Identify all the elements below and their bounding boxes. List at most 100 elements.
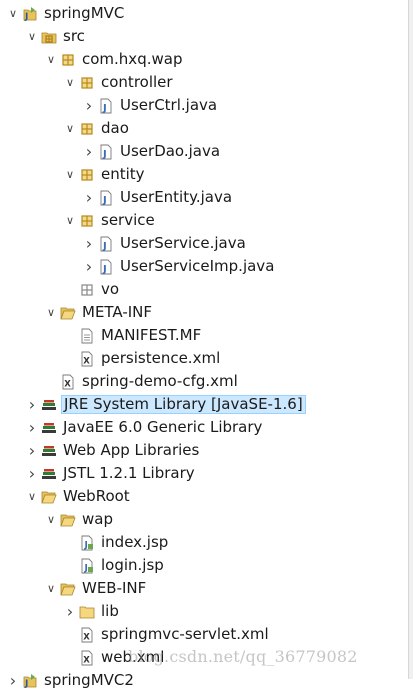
tree-item[interactable]: ∨ src xyxy=(0,26,413,47)
tree-item-label: controller xyxy=(101,73,173,91)
svg-text:J: J xyxy=(102,149,107,160)
collapse-arrow-icon[interactable]: › xyxy=(25,417,39,438)
svg-text:J: J xyxy=(84,540,88,550)
expand-arrow-icon[interactable]: ∨ xyxy=(63,72,77,93)
collapse-arrow-icon[interactable]: › xyxy=(82,256,96,277)
java-file-icon: J xyxy=(98,259,114,275)
arrow-spacer xyxy=(63,624,77,645)
collapse-arrow-icon[interactable]: › xyxy=(25,394,39,415)
collapse-arrow-icon[interactable]: › xyxy=(82,187,96,208)
xml-file-icon: X xyxy=(60,374,76,390)
tree-item[interactable]: › JSTL 1.2.1 Library xyxy=(0,463,413,484)
tree-item-label: service xyxy=(101,211,155,229)
tree-item[interactable]: › JRE System Library [JavaSE-1.6] xyxy=(0,394,413,415)
tree-item[interactable]: ∨ WebRoot xyxy=(0,486,413,507)
tree-item[interactable]: › J UserService.java xyxy=(0,233,413,254)
tree-item[interactable]: Xpersistence.xml xyxy=(0,348,413,369)
open-folder-icon xyxy=(41,489,57,505)
java-file-icon: J xyxy=(98,144,114,160)
tree-item[interactable]: › lib xyxy=(0,601,413,622)
tree-item[interactable]: Xspring-demo-cfg.xml xyxy=(0,371,413,392)
tree-item-label: lib xyxy=(101,602,119,620)
collapse-arrow-icon[interactable]: › xyxy=(25,440,39,461)
expand-arrow-icon[interactable]: ∨ xyxy=(44,578,58,599)
tree-item[interactable]: › J UserEntity.java xyxy=(0,187,413,208)
tree-item-label: wap xyxy=(82,510,113,528)
tree-item[interactable]: › JavaEE 6.0 Generic Library xyxy=(0,417,413,438)
arrow-spacer xyxy=(63,348,77,369)
expand-arrow-icon[interactable]: ∨ xyxy=(6,3,20,24)
expand-arrow-icon[interactable]: ∨ xyxy=(25,26,39,47)
tree-item-label: UserService.java xyxy=(120,234,246,252)
package-icon xyxy=(79,121,95,137)
tree-item[interactable]: Jindex.jsp xyxy=(0,532,413,553)
expand-arrow-icon[interactable]: ∨ xyxy=(63,164,77,185)
source-folder-icon xyxy=(41,29,57,45)
tree-item-label: WebRoot xyxy=(63,487,130,505)
tree-item[interactable]: ∨ controller xyxy=(0,72,413,93)
arrow-spacer xyxy=(63,532,77,553)
tree-item[interactable]: Jlogin.jsp xyxy=(0,555,413,576)
svg-text:J: J xyxy=(84,563,88,573)
expand-arrow-icon[interactable]: ∨ xyxy=(25,486,39,507)
tree-item[interactable]: ∨ service xyxy=(0,210,413,231)
tree-item[interactable]: › Web App Libraries xyxy=(0,440,413,461)
tree-item-label: MANIFEST.MF xyxy=(101,326,202,344)
java-file-icon: J xyxy=(98,236,114,252)
jsp-file-icon: J xyxy=(79,558,95,574)
svg-text:X: X xyxy=(64,379,71,389)
tree-item[interactable]: ∨ WEB-INF xyxy=(0,578,413,599)
open-folder-icon xyxy=(60,581,76,597)
tree-item[interactable]: › J UserServiceImp.java xyxy=(0,256,413,277)
tree-item[interactable]: MANIFEST.MF xyxy=(0,325,413,346)
open-folder-icon xyxy=(60,512,76,528)
collapse-arrow-icon[interactable]: › xyxy=(63,601,77,622)
tree-item-label: persistence.xml xyxy=(101,349,221,367)
tree-item-label: JavaEE 6.0 Generic Library xyxy=(63,418,263,436)
library-icon xyxy=(41,466,57,482)
expand-arrow-icon[interactable]: ∨ xyxy=(44,509,58,530)
tree-item-label: META-INF xyxy=(82,303,153,321)
tree-item-label: login.jsp xyxy=(101,556,164,574)
tree-item-label: com.hxq.wap xyxy=(82,50,183,68)
tree-item-label: UserServiceImp.java xyxy=(120,257,275,275)
collapse-arrow-icon[interactable]: › xyxy=(6,670,20,691)
tree-item[interactable]: ∨ dao xyxy=(0,118,413,139)
tree-item[interactable]: ∨ META-INF xyxy=(0,302,413,323)
collapse-arrow-icon[interactable]: › xyxy=(82,141,96,162)
collapse-arrow-icon[interactable]: › xyxy=(82,233,96,254)
svg-text:J: J xyxy=(102,195,107,206)
expand-arrow-icon[interactable]: ∨ xyxy=(63,118,77,139)
tree-item[interactable]: › J UserDao.java xyxy=(0,141,413,162)
tree-item[interactable]: Xspringmvc-servlet.xml xyxy=(0,624,413,645)
tree-item[interactable]: ∨ wap xyxy=(0,509,413,530)
tree-item-label: UserDao.java xyxy=(120,142,221,160)
tree-item[interactable]: ∨ com.hxq.wap xyxy=(0,49,413,70)
project-icon: J xyxy=(22,6,38,22)
expand-arrow-icon[interactable]: ∨ xyxy=(63,210,77,231)
package-icon xyxy=(60,52,76,68)
svg-text:J: J xyxy=(24,12,28,22)
arrow-spacer xyxy=(63,279,77,300)
xml-file-icon: X xyxy=(79,351,95,367)
tree-item-label: JRE System Library [JavaSE-1.6] xyxy=(61,395,306,414)
tree-item-label: vo xyxy=(101,280,120,298)
tree-item-label: springMVC2 xyxy=(44,671,134,689)
tree-item[interactable]: › JspringMVC2 xyxy=(0,670,411,691)
scrollbar[interactable] xyxy=(408,0,413,679)
collapse-arrow-icon[interactable]: › xyxy=(25,463,39,484)
folder-icon xyxy=(79,604,95,620)
expand-arrow-icon[interactable]: ∨ xyxy=(44,49,58,70)
package-explorer-tree: ∨ JspringMVC ∨ src ∨ com.hxq.wap ∨ controller › J… xyxy=(0,0,413,690)
tree-item-label: UserCtrl.java xyxy=(120,96,218,114)
svg-text:J: J xyxy=(24,679,28,689)
tree-item[interactable]: › J UserCtrl.java xyxy=(0,95,413,116)
collapse-arrow-icon[interactable]: › xyxy=(82,95,96,116)
tree-item[interactable]: vo xyxy=(0,279,413,300)
tree-item[interactable]: ∨ JspringMVC xyxy=(0,3,411,24)
tree-item-label: springmvc-servlet.xml xyxy=(101,625,269,643)
tree-item[interactable]: ∨ entity xyxy=(0,164,413,185)
expand-arrow-icon[interactable]: ∨ xyxy=(44,302,58,323)
project-icon: J xyxy=(22,673,38,689)
package-icon xyxy=(79,213,95,229)
